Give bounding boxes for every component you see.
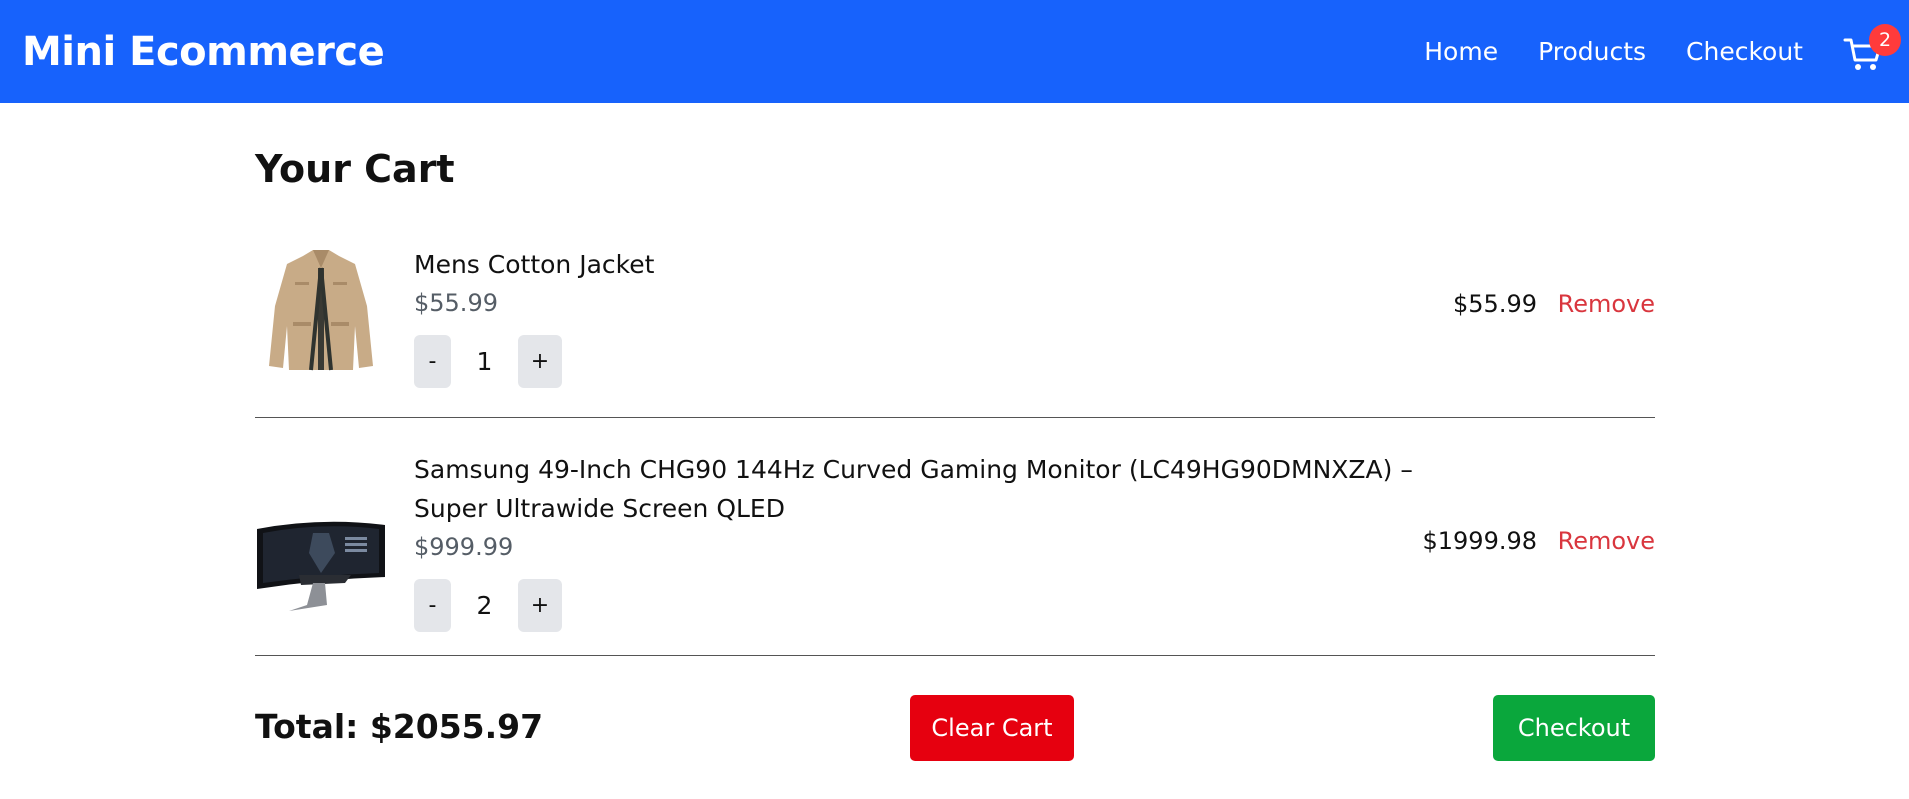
clear-cart-button[interactable]: Clear Cart — [910, 695, 1074, 761]
item-info: Samsung 49-Inch CHG90 144Hz Curved Gamin… — [414, 450, 1414, 632]
cart-summary: Total: $2055.97 Clear Cart Checkout — [255, 695, 1655, 785]
quantity-value: 1 — [476, 347, 493, 376]
nav-link-checkout[interactable]: Checkout — [1686, 37, 1803, 66]
page-title: Your Cart — [255, 147, 455, 191]
remove-link[interactable]: Remove — [1558, 527, 1655, 555]
nav-links: Home Products Checkout 2 — [1384, 23, 1901, 74]
brand-logo[interactable]: Mini Ecommerce — [22, 29, 385, 75]
remove-link[interactable]: Remove — [1558, 290, 1655, 318]
cart-total: Total: $2055.97 — [255, 707, 544, 746]
product-name[interactable]: Samsung 49-Inch CHG90 144Hz Curved Gamin… — [414, 450, 1414, 528]
quantity-stepper: - 2 + — [414, 579, 1414, 632]
nav-link-home[interactable]: Home — [1424, 37, 1498, 66]
quantity-stepper: - 1 + — [414, 335, 654, 388]
increase-quantity-button[interactable]: + — [518, 579, 562, 632]
unit-price: $55.99 — [414, 289, 498, 317]
line-total: $1999.98 — [1422, 527, 1537, 555]
unit-price: $999.99 — [414, 533, 514, 561]
cart-item: Samsung 49-Inch CHG90 144Hz Curved Gamin… — [255, 418, 1655, 656]
increase-quantity-button[interactable]: + — [518, 335, 562, 388]
cart-item: Mens Cotton Jacket $55.99 - 1 + $55.99 R… — [255, 221, 1655, 418]
decrease-quantity-button[interactable]: - — [414, 335, 451, 388]
cart-count-badge: 2 — [1869, 23, 1901, 56]
monitor-thumbnail — [257, 521, 385, 611]
nav-link-products[interactable]: Products — [1538, 37, 1646, 66]
jacket-thumbnail — [269, 250, 373, 371]
cart-page: Your Cart Mens Cotton Jacket $55.99 - 1 … — [255, 103, 1655, 785]
line-total: $55.99 — [1453, 290, 1537, 318]
checkout-button[interactable]: Checkout — [1493, 695, 1655, 761]
decrease-quantity-button[interactable]: - — [414, 579, 451, 632]
quantity-value: 2 — [476, 591, 493, 620]
navbar: Mini Ecommerce Home Products Checkout 2 — [0, 0, 1909, 103]
product-name[interactable]: Mens Cotton Jacket — [414, 245, 654, 284]
cart-button[interactable]: 2 — [1843, 23, 1901, 74]
item-info: Mens Cotton Jacket $55.99 - 1 + — [414, 245, 654, 388]
